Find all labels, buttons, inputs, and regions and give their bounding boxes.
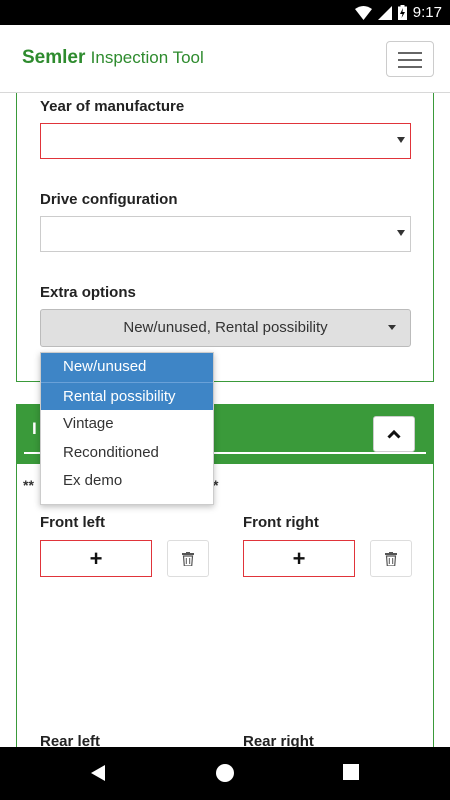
caret-down-icon bbox=[388, 325, 396, 330]
status-icons: 9:17 bbox=[354, 4, 442, 21]
back-icon[interactable] bbox=[90, 764, 106, 782]
signal-icon bbox=[377, 5, 392, 20]
extra-options-value: New/unused, Rental possibility bbox=[123, 319, 328, 336]
vehicle-details-card: Year of manufacture Drive configuration … bbox=[16, 93, 434, 382]
front-right-add-button[interactable]: + bbox=[243, 540, 355, 577]
year-label: Year of manufacture bbox=[40, 98, 185, 115]
plus-icon: + bbox=[89, 546, 103, 571]
recent-apps-icon[interactable] bbox=[343, 764, 359, 780]
rear-left-label: Rear left bbox=[40, 733, 101, 747]
dropdown-option[interactable]: New/unused bbox=[41, 353, 213, 382]
collapse-button[interactable] bbox=[373, 416, 415, 452]
battery-icon bbox=[397, 5, 407, 20]
front-left-label: Front left bbox=[40, 514, 105, 531]
drive-label: Drive configuration bbox=[40, 191, 178, 208]
app-header: Semler Inspection Tool bbox=[0, 25, 450, 93]
status-bar: 9:17 bbox=[0, 0, 450, 25]
menu-bar-icon bbox=[398, 66, 422, 68]
drive-select[interactable] bbox=[40, 216, 411, 252]
required-marker: ** bbox=[23, 477, 34, 493]
home-icon[interactable] bbox=[216, 764, 234, 782]
extra-options-label: Extra options bbox=[40, 284, 136, 301]
menu-bar-icon bbox=[398, 59, 422, 61]
dropdown-option[interactable]: Rental possibility bbox=[41, 381, 213, 410]
brand-logo[interactable]: Semler Inspection Tool bbox=[22, 47, 204, 69]
extra-options-select[interactable]: New/unused, Rental possibility bbox=[40, 309, 411, 347]
photos-section-card: ** * Front left + Front right + Rear lef… bbox=[16, 464, 434, 747]
front-right-delete-button[interactable] bbox=[370, 540, 412, 577]
trash-icon bbox=[182, 552, 194, 566]
rear-right-label: Rear right bbox=[243, 733, 314, 747]
hamburger-menu-button[interactable] bbox=[386, 41, 434, 77]
system-nav-bar bbox=[0, 747, 450, 800]
chevron-up-icon bbox=[387, 429, 401, 439]
menu-bar-icon bbox=[398, 52, 422, 54]
dropdown-option[interactable]: Ex demo bbox=[41, 467, 213, 496]
trash-icon bbox=[385, 552, 397, 566]
brand-name: Semler bbox=[22, 47, 86, 68]
dropdown-arrow-icon bbox=[397, 137, 405, 143]
brand-subtitle: Inspection Tool bbox=[90, 48, 204, 67]
wifi-icon bbox=[354, 5, 372, 20]
front-left-add-button[interactable]: + bbox=[40, 540, 152, 577]
status-time: 9:17 bbox=[412, 4, 442, 21]
front-left-delete-button[interactable] bbox=[167, 540, 209, 577]
dropdown-option[interactable]: Vintage bbox=[41, 410, 213, 439]
section-title: I bbox=[32, 419, 37, 438]
plus-icon: + bbox=[292, 546, 306, 571]
dropdown-option[interactable]: Reconditioned bbox=[41, 439, 213, 468]
front-right-label: Front right bbox=[243, 514, 319, 531]
dropdown-arrow-icon bbox=[397, 230, 405, 236]
extra-options-dropdown[interactable]: New/unused Rental possibility Vintage Re… bbox=[40, 352, 214, 505]
year-select[interactable] bbox=[40, 123, 411, 159]
